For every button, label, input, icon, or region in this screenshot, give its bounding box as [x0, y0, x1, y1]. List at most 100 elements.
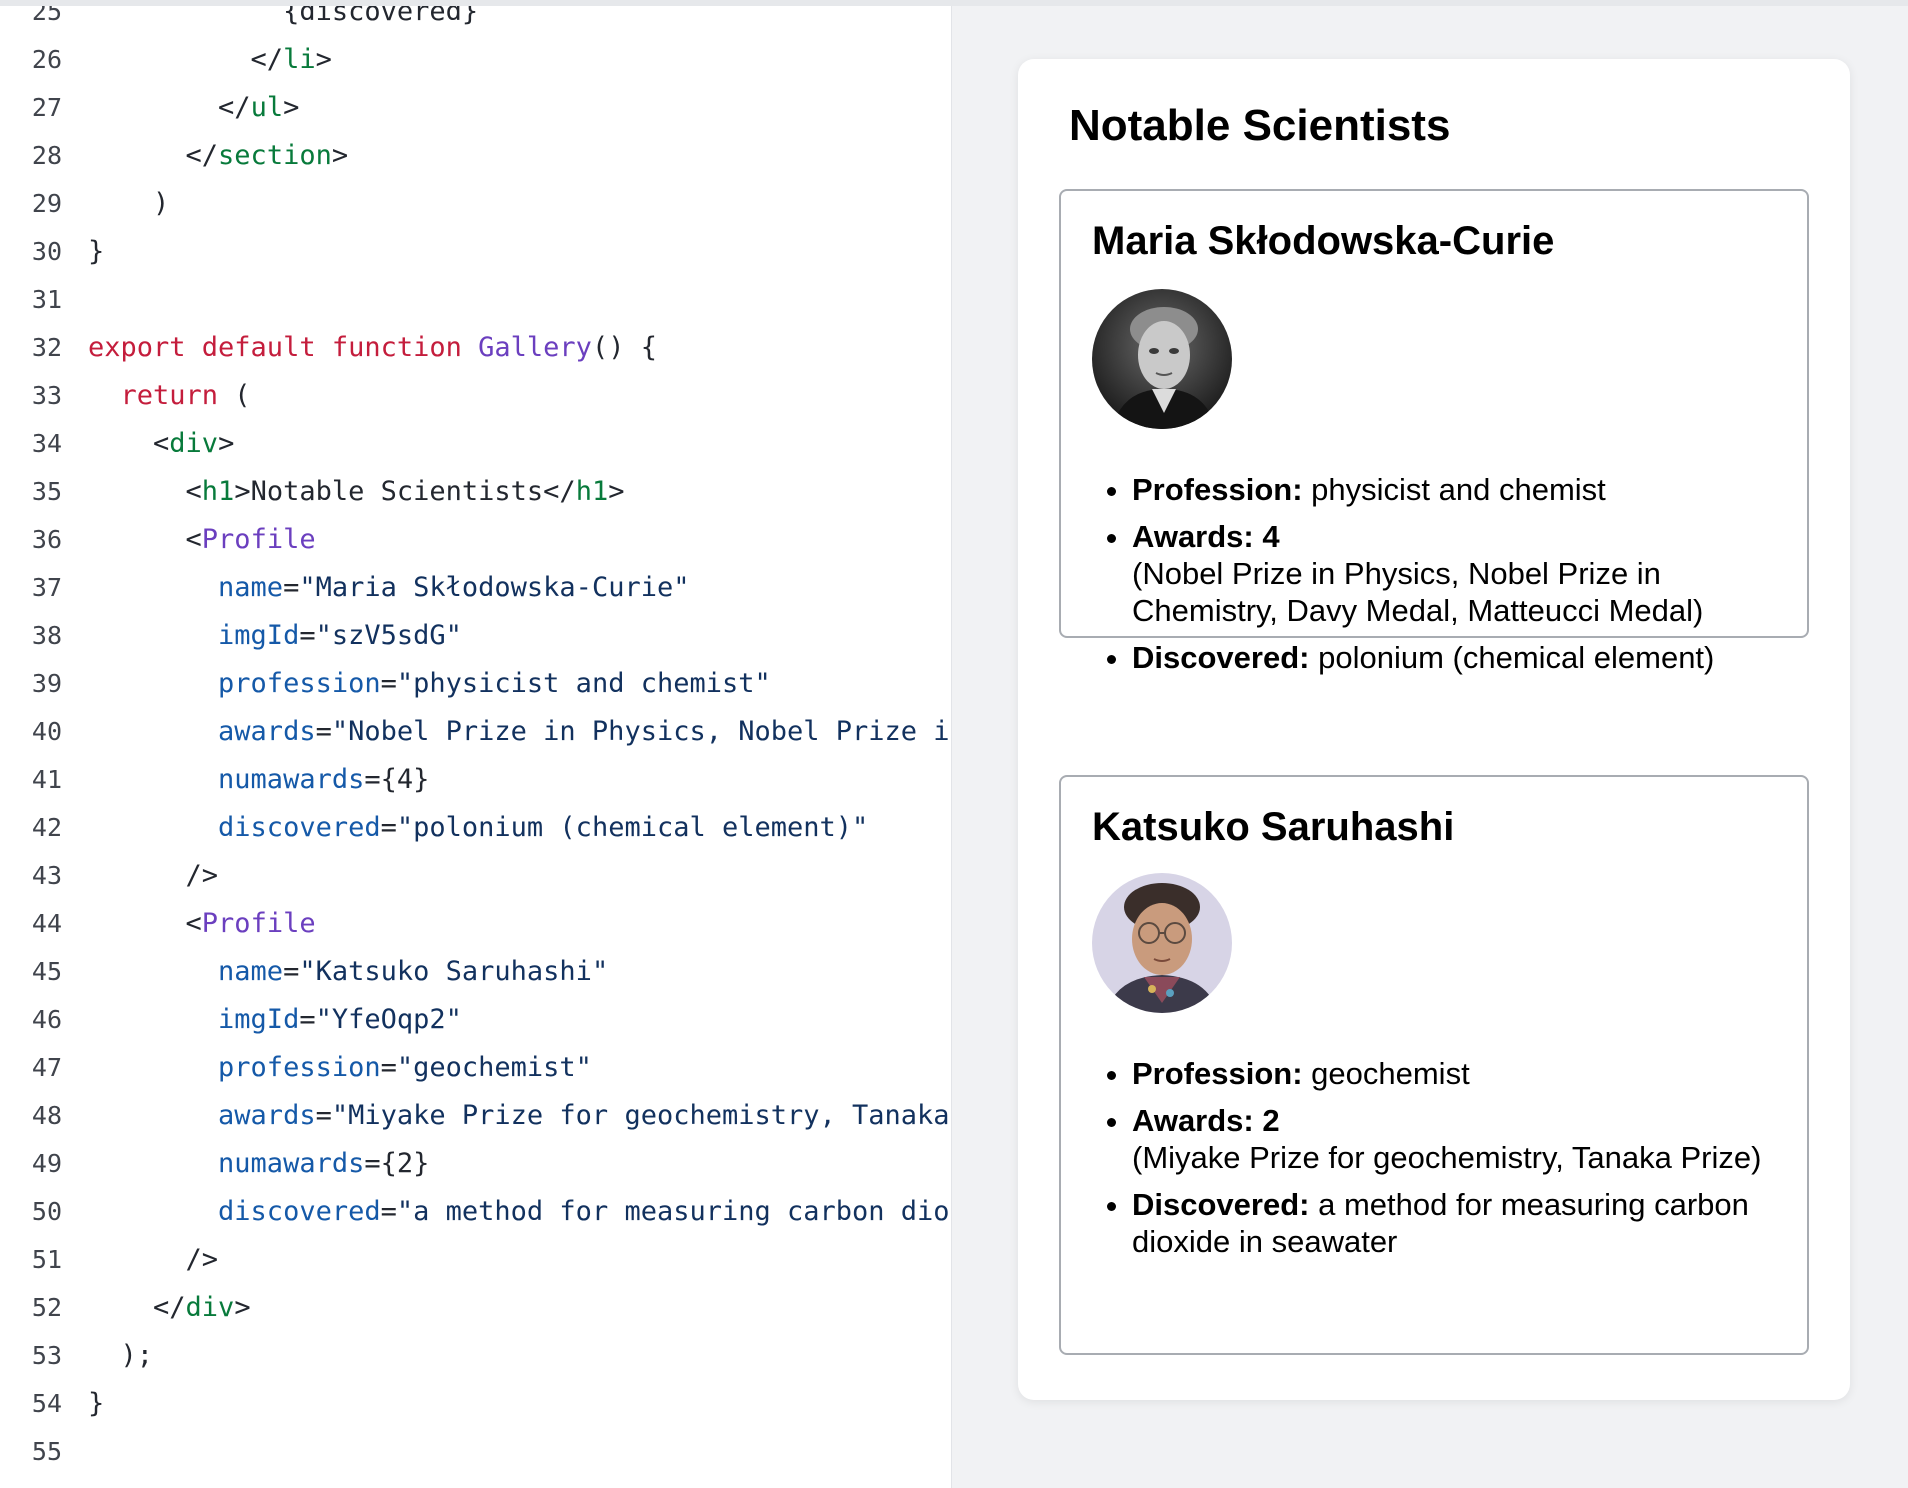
line-number: 40 [31, 717, 62, 746]
page-title: Notable Scientists [1069, 101, 1451, 150]
code-token: numawards [88, 764, 365, 795]
awards-value: (Miyake Prize for geochemistry, Tanaka P… [1132, 1140, 1762, 1175]
code-line[interactable]: 43 /> [0, 852, 951, 900]
line-number: 30 [31, 237, 62, 266]
discovered-label: Discovered: [1132, 640, 1310, 675]
avatar [1092, 873, 1232, 1013]
line-number: 50 [31, 1197, 62, 1226]
awards-value: (Nobel Prize in Physics, Nobel Prize in … [1132, 556, 1704, 628]
line-number: 39 [31, 669, 62, 698]
profession-label: Profession: [1132, 472, 1303, 507]
code-line[interactable]: 47 profession="geochemist" [0, 1044, 951, 1092]
code-line[interactable]: 51 /> [0, 1236, 951, 1284]
code-text: ); [88, 1332, 951, 1380]
code-text: /> [88, 852, 951, 900]
awards-item: Awards: 2(Miyake Prize for geochemistry,… [1132, 1102, 1783, 1176]
code-token: /> [88, 860, 219, 891]
code-token: < [88, 428, 170, 459]
code-line[interactable]: 28 </section> [0, 132, 951, 180]
code-line[interactable]: 39 profession="physicist and chemist" [0, 660, 951, 708]
discovered-item: Discovered: polonium (chemical element) [1132, 639, 1783, 676]
code-token: ={4} [364, 764, 430, 795]
code-token: return [88, 380, 219, 411]
code-token: ( [218, 380, 251, 411]
code-token: > [331, 140, 349, 171]
code-token: Profile [201, 908, 316, 939]
code-token: = [380, 1052, 397, 1083]
line-number: 54 [31, 1389, 62, 1418]
code-editor[interactable]: 25 {discovered} 26 </li> 27 </ul> 28 </sect… [0, 6, 951, 1488]
code-line[interactable]: 31 [0, 276, 951, 324]
code-line[interactable]: 53 ); [0, 1332, 951, 1380]
profession-label: Profession: [1132, 1056, 1303, 1091]
code-line[interactable]: 49 numawards={2} [0, 1140, 951, 1188]
code-token: </ [88, 140, 219, 171]
code-token: "Maria Skłodowska-Curie" [299, 572, 690, 603]
code-line[interactable]: 50 discovered="a method for measuring ca… [0, 1188, 951, 1236]
code-line[interactable]: 48 awards="Miyake Prize for geochemistry… [0, 1092, 951, 1140]
line-number: 48 [31, 1101, 62, 1130]
code-token: numawards [88, 1148, 365, 1179]
code-text: awards="Miyake Prize for geochemistry, T… [88, 1092, 951, 1140]
code-token: profession [88, 668, 381, 699]
code-line[interactable]: 33 return ( [0, 372, 951, 420]
code-token: > [608, 476, 625, 507]
profile-card: Katsuko Saruhashi Profession: ge [1059, 775, 1809, 1355]
code-token: < [88, 476, 202, 507]
code-text: imgId="YfeOqp2" [88, 996, 951, 1044]
line-number: 32 [31, 333, 62, 362]
facts-list: Profession: geochemist Awards: 2(Miyake … [1092, 1055, 1783, 1270]
profession-value: geochemist [1311, 1056, 1470, 1091]
code-line[interactable]: 42 discovered="polonium (chemical elemen… [0, 804, 951, 852]
code-token: "szV5sdG" [315, 620, 462, 651]
code-line[interactable]: 45 name="Katsuko Saruhashi" [0, 948, 951, 996]
code-line[interactable]: 54} [0, 1380, 951, 1428]
code-token: ={2} [364, 1148, 430, 1179]
code-line[interactable]: 35 <h1>Notable Scientists</h1> [0, 468, 951, 516]
code-token: discovered [88, 812, 381, 843]
profession-value: physicist and chemist [1311, 472, 1606, 507]
code-line[interactable]: 52 </div> [0, 1284, 951, 1332]
code-token: Gallery [478, 332, 592, 363]
code-line[interactable]: 44 <Profile [0, 900, 951, 948]
code-line[interactable]: 30} [0, 228, 951, 276]
code-text: numawards={4} [88, 756, 951, 804]
code-line[interactable]: 46 imgId="YfeOqp2" [0, 996, 951, 1044]
code-token: "Katsuko Saruhashi" [299, 956, 609, 987]
code-token: () { [591, 332, 657, 363]
code-line[interactable]: 29 ) [0, 180, 951, 228]
code-line[interactable]: 36 <Profile [0, 516, 951, 564]
code-line[interactable]: 26 </li> [0, 36, 951, 84]
profession-item: Profession: physicist and chemist [1132, 471, 1783, 508]
code-line[interactable]: 25 {discovered} [0, 6, 951, 36]
code-line[interactable]: 37 name="Maria Skłodowska-Curie" [0, 564, 951, 612]
line-number: 34 [31, 429, 62, 458]
code-token: = [283, 956, 300, 987]
code-text: name="Katsuko Saruhashi" [88, 948, 951, 996]
code-text: <div> [88, 420, 951, 468]
line-number: 26 [31, 45, 62, 74]
code-text: awards="Nobel Prize in Physics, Nobel Pr… [88, 708, 951, 756]
code-token: li [283, 44, 316, 75]
code-line[interactable]: 27 </ul> [0, 84, 951, 132]
line-number: 46 [31, 1005, 62, 1034]
code-token: Profile [201, 524, 316, 555]
code-text: <Profile [88, 900, 951, 948]
line-number: 47 [31, 1053, 62, 1082]
code-text: <h1>Notable Scientists</h1> [88, 468, 951, 516]
code-token: </ [88, 44, 284, 75]
code-line[interactable]: 38 imgId="szV5sdG" [0, 612, 951, 660]
code-line[interactable]: 34 <div> [0, 420, 951, 468]
code-line[interactable]: 41 numawards={4} [0, 756, 951, 804]
line-number: 49 [31, 1149, 62, 1178]
code-token: imgId [88, 620, 300, 651]
code-line[interactable]: 40 awards="Nobel Prize in Physics, Nobel… [0, 708, 951, 756]
line-number: 42 [31, 813, 62, 842]
code-line[interactable]: 55 [0, 1428, 951, 1476]
line-number: 28 [31, 141, 62, 170]
code-text: name="Maria Skłodowska-Curie" [88, 564, 951, 612]
code-token: export default function [88, 332, 479, 363]
code-token: "geochemist" [396, 1052, 592, 1083]
code-token: ) [88, 188, 170, 219]
code-line[interactable]: 32 export default function Gallery() { [0, 324, 951, 372]
